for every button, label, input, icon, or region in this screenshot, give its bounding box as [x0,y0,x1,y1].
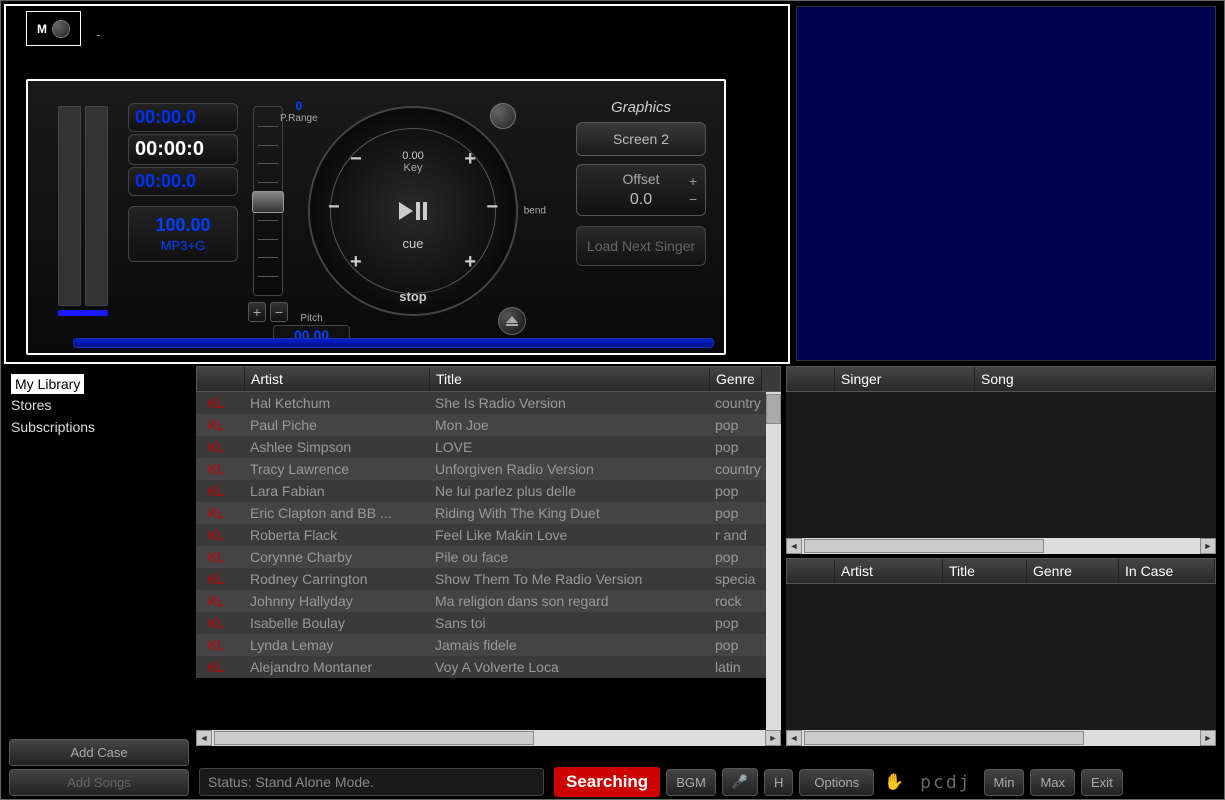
sidebar-item-subscriptions[interactable]: Subscriptions [11,416,186,438]
pcdj-logo: pcdj [920,772,971,793]
col-genre[interactable]: Genre [710,367,762,391]
table-row[interactable]: KLRodney CarringtonShow Them To Me Radio… [196,568,781,590]
col-singer[interactable]: Singer [835,367,975,391]
col-incase[interactable]: In Case [1119,559,1215,583]
pitch-slider[interactable]: + − [248,106,288,346]
time-elapsed: 00:00.0 [128,103,238,132]
col-artist[interactable]: Artist [835,559,943,583]
play-pause-button[interactable] [388,196,438,226]
sidebar: My Library Stores Subscriptions [1,366,196,746]
h-button[interactable]: H [764,769,793,796]
slider-thumb[interactable] [252,191,284,213]
vu-meters [58,106,108,306]
table-row[interactable]: KLLara FabianNe lui parlez plus dellepop [196,480,781,502]
cue-button[interactable]: cue [403,236,424,251]
jog-wheel[interactable]: 0.00 Key − + − − + + cue stop bend [308,106,518,316]
vscrollbar[interactable] [766,392,781,730]
table-row[interactable]: KLAlejandro MontanerVoy A Volverte Local… [196,656,781,678]
scroll-right-icon: ► [765,730,781,746]
table-row[interactable]: KLIsabelle BoulaySans toipop [196,612,781,634]
case-table: Artist Title Genre In Case ◄ ► [786,558,1216,746]
table-row[interactable]: KLCorynne CharbyPile ou facepop [196,546,781,568]
offset-control: Offset + 0.0 − [576,164,706,216]
pitch-plus-button[interactable]: + [248,302,266,322]
format-label: MP3+G [135,238,231,253]
mic-button[interactable]: 🎤 [722,768,758,796]
col-title[interactable]: Title [943,559,1027,583]
hscrollbar-singer[interactable]: ◄ ► [786,538,1216,554]
table-row[interactable]: KLTracy LawrenceUnforgiven Radio Version… [196,458,781,480]
indicator-dot-icon [52,20,70,38]
m-label: M [37,22,47,36]
sidebar-item-stores[interactable]: Stores [11,394,186,416]
col-genre[interactable]: Genre [1027,559,1119,583]
master-indicator[interactable]: M [26,11,81,46]
key-display: 0.00 Key [402,150,423,174]
col-song[interactable]: Song [975,367,1215,391]
offset-plus-button[interactable]: + [689,173,697,189]
singer-body[interactable] [786,392,1216,538]
min-button[interactable]: Min [984,769,1025,796]
load-next-singer-button[interactable]: Load Next Singer [576,226,706,266]
play-icon [399,202,413,220]
case-body[interactable] [786,584,1216,730]
hscrollbar[interactable]: ◄ ► [196,730,781,746]
key-plus-button[interactable]: + [464,148,476,171]
video-preview [796,6,1216,361]
bend-minus-left[interactable]: − [328,196,340,219]
library-body[interactable]: KLHal KetchumShe Is Radio Versioncountry… [196,392,781,730]
max-button[interactable]: Max [1030,769,1075,796]
singer-queue-table: Singer Song ◄ ► [786,366,1216,554]
dash-icon: - [96,26,101,42]
hand-icon: ✋ [884,772,904,792]
key-minus-button[interactable]: − [350,148,362,171]
add-case-button[interactable]: Add Case [9,739,189,766]
bend-minus-right[interactable]: − [486,196,498,219]
keylock-button[interactable] [490,103,516,129]
col-num[interactable] [787,559,835,583]
table-row[interactable]: KLJohnny HallydayMa religion dans son re… [196,590,781,612]
pitch-range: 0 P.Range [280,99,318,124]
library-table: Artist Title Genre KLHal KetchumShe Is R… [196,366,781,746]
sidebar-item-library[interactable]: My Library [11,374,84,394]
searching-indicator: Searching [554,767,660,797]
cue-plus-button[interactable]: + [464,251,476,274]
add-songs-button[interactable]: Add Songs [9,769,189,796]
col-code[interactable] [197,367,245,391]
offset-minus-button[interactable]: − [689,191,697,207]
status-text: Status: Stand Alone Mode. [199,768,544,796]
player-panel: M - 00:00.0 00:00:0 00:00.0 100.00 MP3+G [4,4,790,364]
library-header: Artist Title Genre [196,366,781,392]
bend-label: bend [524,206,546,217]
graphics-label: Graphics [576,99,706,116]
table-row[interactable]: KLAshlee SimpsonLOVEpop [196,436,781,458]
time-panel: 00:00.0 00:00:0 00:00.0 100.00 MP3+G [128,103,238,262]
cue-minus-button[interactable]: + [350,251,362,274]
progress-bar[interactable] [73,338,714,348]
pause-icon [416,202,427,220]
time-remaining: 00:00.0 [128,167,238,196]
col-title[interactable]: Title [430,367,710,391]
stop-button[interactable]: stop [399,289,426,304]
bpm-value: 100.00 [135,215,231,236]
deck: 00:00.0 00:00:0 00:00.0 100.00 MP3+G + − [26,79,726,355]
bpm-box: 100.00 MP3+G [128,206,238,262]
screen2-button[interactable]: Screen 2 [576,122,706,156]
table-row[interactable]: KLEric Clapton and BB ...Riding With The… [196,502,781,524]
bgm-button[interactable]: BGM [666,769,716,796]
hscrollbar-case[interactable]: ◄ ► [786,730,1216,746]
scroll-left-icon: ◄ [196,730,212,746]
table-row[interactable]: KLPaul PicheMon Joepop [196,414,781,436]
options-button[interactable]: Options [799,769,874,796]
col-num[interactable] [787,367,835,391]
eject-icon [506,316,518,323]
table-row[interactable]: KLHal KetchumShe Is Radio Versioncountry [196,392,781,414]
table-row[interactable]: KLLynda LemayJamais fidelepop [196,634,781,656]
time-main: 00:00:0 [128,134,238,165]
table-row[interactable]: KLRoberta FlackFeel Like Makin Lover and [196,524,781,546]
exit-button[interactable]: Exit [1081,769,1123,796]
eject-button[interactable] [498,307,526,335]
col-artist[interactable]: Artist [245,367,430,391]
